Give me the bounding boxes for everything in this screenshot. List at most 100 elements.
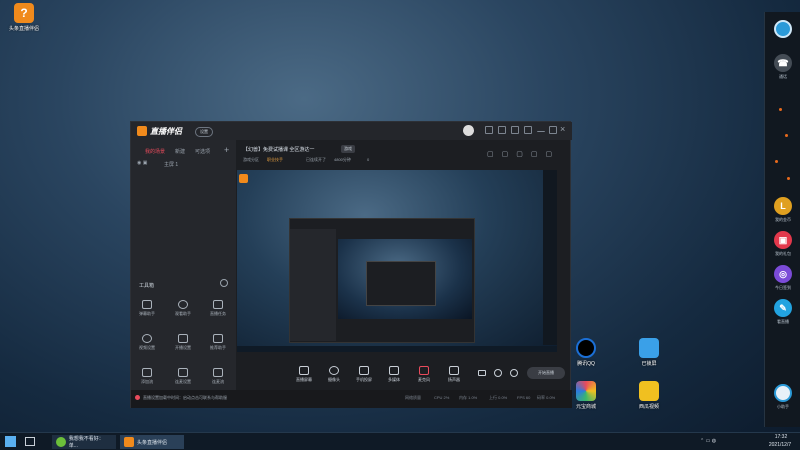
status-metric: 码率 0.0% xyxy=(537,395,556,400)
live-companion-icon xyxy=(124,437,134,447)
record-icon[interactable] xyxy=(478,370,486,376)
beauty-icon[interactable] xyxy=(494,369,502,377)
desktop-icon-live-companion[interactable]: ? 头条直播伴侣 xyxy=(2,3,46,32)
room-duration-label: 已连续开了 xyxy=(306,157,326,162)
tool-video-settings[interactable]: 视频设置 xyxy=(133,334,161,351)
nested-window xyxy=(289,218,475,343)
settings-icon[interactable] xyxy=(510,369,518,377)
nested-left-panel xyxy=(290,229,336,341)
side-item-checkin[interactable]: ◎ 今日签到 xyxy=(768,265,798,291)
status-metric: CPU 2% xyxy=(434,395,450,400)
settings-badge[interactable]: 设置 xyxy=(195,127,213,137)
windows-start-icon[interactable] xyxy=(5,436,16,447)
tool-label: 直播任务 xyxy=(210,311,226,316)
shirt-icon[interactable] xyxy=(511,126,519,134)
pencil-icon: ✎ xyxy=(774,299,792,317)
tool-label: 直播屏幕 xyxy=(296,377,312,382)
tools-title: 工具箱 xyxy=(139,283,155,289)
task-icon xyxy=(213,300,223,309)
scene-visible-icon[interactable]: ◉ ▣ xyxy=(137,160,147,166)
left-panel: 我的场景 新建 可选项 + ◉ ▣ 主屏 1 工具箱 弹幕助手 观看助手 直播任… xyxy=(131,140,236,405)
minimize-icon[interactable] xyxy=(537,126,545,132)
side-item-call[interactable]: ☎ 通话 xyxy=(768,54,798,80)
message-icon xyxy=(142,300,152,309)
taskbar-app-wechat[interactable]: 我想我不看好：单... xyxy=(52,435,116,449)
header-icons[interactable]: ▢▢▢▢▢ xyxy=(487,150,560,158)
skin-icon[interactable] xyxy=(485,126,493,134)
side-item-coins[interactable]: L 我的金币 xyxy=(768,197,798,223)
mic-icon xyxy=(178,368,188,377)
avatar[interactable] xyxy=(463,125,474,136)
microphone-icon xyxy=(419,366,429,375)
close-icon[interactable]: × xyxy=(560,124,565,134)
tool-media[interactable]: 多媒体 xyxy=(381,366,407,383)
tool-label: 推荐助手 xyxy=(210,345,226,350)
status-metric: 内存 1.0% xyxy=(459,395,478,400)
taskbar-app-live-companion[interactable]: 头条直播伴侣 xyxy=(120,435,184,449)
start-live-button[interactable]: 开始直播 xyxy=(527,367,565,379)
tool-label: 视频设置 xyxy=(139,345,155,350)
viewer-count: 0 xyxy=(367,157,370,162)
desktop-icon-label: 头条直播伴侣 xyxy=(8,26,39,32)
tool-phone-cast[interactable]: 手机投屏 xyxy=(351,366,377,383)
tool-add-stream[interactable]: 添加流 xyxy=(133,368,161,385)
status-metric: 上行 0.0% xyxy=(489,395,508,400)
taskbar-app-label: 头条直播伴侣 xyxy=(137,439,168,446)
live-companion-window: 直播伴侣 设置 × 我的场景 新建 可选项 + ◉ ▣ 主屏 1 工具箱 弹幕助… xyxy=(130,121,572,408)
tool-danmaku[interactable]: 弹幕助手 xyxy=(133,300,161,317)
tool-viewer[interactable]: 观看助手 xyxy=(169,300,197,317)
side-item-assistant[interactable]: 小助手 xyxy=(768,384,798,410)
tool-mic-settings[interactable]: 连麦设置 xyxy=(169,368,197,385)
taskbar: 我想我不看好：单... 头条直播伴侣 ⌃ ▭ ◍ 17:32 2021/12/7 xyxy=(0,432,800,450)
scene-item[interactable]: 主屏 1 xyxy=(164,161,178,168)
preview-taskbar xyxy=(237,346,557,352)
clock-date[interactable]: 2021/12/7 xyxy=(764,442,796,448)
room-category: 游戏分区 xyxy=(243,157,259,162)
tool-task[interactable]: 直播任务 xyxy=(204,300,232,317)
desktop-icon-lock[interactable]: 已锁屏 xyxy=(627,338,671,367)
tab-new[interactable]: 新建 xyxy=(175,148,185,155)
maximize-icon[interactable] xyxy=(549,126,557,134)
task-view-icon[interactable] xyxy=(25,437,35,446)
side-item-gift[interactable]: ▣ 我的礼包 xyxy=(768,231,798,257)
desktop-icon-video[interactable]: 西瓜视频 xyxy=(627,381,671,410)
orange-dot xyxy=(787,177,790,180)
tool-stream-settings[interactable]: 开播设置 xyxy=(169,334,197,351)
side-item-watch[interactable]: ✎ 看直播 xyxy=(768,299,798,325)
tool-label: 摄像头 xyxy=(328,377,340,382)
tool-label: 连麦设置 xyxy=(175,379,191,384)
assistant-icon xyxy=(774,384,792,402)
tool-camera[interactable]: 摄像头 xyxy=(321,366,347,383)
live-companion-icon: ? xyxy=(14,3,34,23)
tool-label: 观看助手 xyxy=(175,311,191,316)
menu-icon[interactable] xyxy=(524,126,532,134)
tool-label: 开播设置 xyxy=(175,345,191,350)
tab-options[interactable]: 可选项 xyxy=(195,148,210,155)
status-text[interactable]: 直播设置加载中时间：启动点击可联系与帮助服 xyxy=(143,395,227,401)
room-skill-tag: 职业技手 xyxy=(267,157,283,162)
tool-recommend[interactable]: 推荐助手 xyxy=(204,334,232,351)
phone-icon: ☎ xyxy=(774,54,792,72)
tool-microphone[interactable]: 麦克风 xyxy=(411,366,437,383)
tool-label: 麦克风 xyxy=(418,377,430,382)
status-warning-icon xyxy=(135,395,140,400)
add-scene-icon[interactable]: + xyxy=(224,145,229,155)
side-item-label: 我的礼包 xyxy=(775,251,791,256)
tab-my-scenes[interactable]: 我的场景 xyxy=(145,148,165,155)
tool-live-screen[interactable]: 直播屏幕 xyxy=(291,366,317,383)
app-title: 直播伴侣 xyxy=(150,127,182,136)
side-item-logo[interactable] xyxy=(768,20,798,40)
live-preview[interactable] xyxy=(237,170,557,352)
tool-speaker[interactable]: 扬声器 xyxy=(441,366,467,383)
tray-icons[interactable]: ⌃ ▭ ◍ xyxy=(700,438,716,444)
tool-label: 连麦流 xyxy=(212,379,224,384)
side-panel: ☎ 通话 L 我的金币 ▣ 我的礼包 ◎ 今日签到 ✎ 看直播 小助手 xyxy=(764,12,800,427)
orange-dot xyxy=(779,108,782,111)
tools-refresh-icon[interactable] xyxy=(220,279,228,287)
clock-time[interactable]: 17:32 xyxy=(768,434,794,440)
room-tag[interactable]: 游戏 xyxy=(341,145,355,153)
tool-link-stream[interactable]: 连麦流 xyxy=(204,368,232,385)
orange-dot xyxy=(785,134,788,137)
checkin-icon: ◎ xyxy=(774,265,792,283)
message-icon[interactable] xyxy=(498,126,506,134)
